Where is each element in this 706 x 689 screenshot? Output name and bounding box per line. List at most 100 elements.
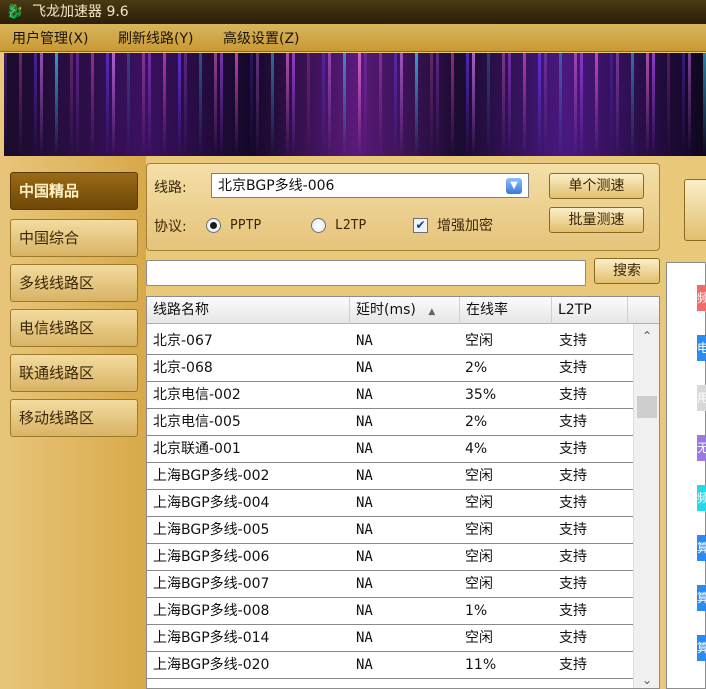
- vertical-scrollbar[interactable]: ⌃ ⌄: [633, 324, 659, 688]
- cell-route-name: 上海BGP多线-005: [153, 522, 270, 538]
- cell-online-rate: 1%: [465, 603, 488, 619]
- column-header-name[interactable]: 线路名称: [147, 297, 350, 324]
- column-header-latency-label: 延时(ms): [356, 302, 416, 318]
- column-header-latency[interactable]: 延时(ms) ▲: [350, 297, 460, 324]
- banner-light-streak: [667, 53, 670, 156]
- scroll-up-icon[interactable]: ⌃: [639, 328, 655, 344]
- banner-light-streak: [4, 53, 7, 156]
- cell-online-rate: 空闲: [465, 495, 493, 511]
- cell-route-name: 上海BGP多线-004: [153, 495, 270, 511]
- right-info-panel: 频电用无频算算算: [666, 262, 706, 689]
- cell-online-rate: 空闲: [465, 333, 493, 349]
- table-row[interactable]: 上海BGP多线-007 NA 空闲 支持: [147, 571, 633, 598]
- table-row[interactable]: 北京电信-002 NA 35% 支持: [147, 382, 633, 409]
- cell-route-name: 上海BGP多线-002: [153, 468, 270, 484]
- table-row[interactable]: 上海BGP多线-014 NA 空闲 支持: [147, 625, 633, 652]
- chevron-down-icon[interactable]: ▼: [506, 178, 522, 194]
- cell-latency: NA: [356, 657, 373, 673]
- right-panel-tag: 算: [697, 635, 706, 661]
- table-row[interactable]: 上海BGP多线-002 NA 空闲 支持: [147, 463, 633, 490]
- menu-user-management[interactable]: 用户管理(X): [12, 30, 89, 48]
- banner-light-streak: [400, 53, 403, 156]
- banner-light-streak: [127, 53, 130, 156]
- cell-route-name: 上海BGP多线-008: [153, 603, 270, 619]
- scroll-down-icon[interactable]: ⌄: [639, 672, 655, 688]
- cell-latency: NA: [356, 333, 373, 349]
- banner-light-streak: [148, 53, 151, 156]
- banner-light-streak: [508, 53, 511, 156]
- banner-light-streak: [55, 53, 58, 156]
- cell-online-rate: 11%: [465, 657, 497, 673]
- right-button-partial[interactable]: [684, 179, 706, 241]
- batch-speed-test-button[interactable]: 批量测速: [549, 207, 644, 233]
- cell-l2tp: 支持: [559, 360, 587, 376]
- route-select[interactable]: 北京BGP多线-006 ▼: [211, 173, 529, 198]
- table-row[interactable]: 北京-068 NA 2% 支持: [147, 355, 633, 382]
- nav-china-general[interactable]: 中国综合: [10, 219, 138, 257]
- banner-light-streak: [364, 53, 367, 156]
- banner-light-streak: [472, 53, 475, 156]
- pptp-radio[interactable]: [206, 218, 221, 233]
- search-button[interactable]: 搜索: [594, 258, 660, 284]
- cell-route-name: 北京电信-005: [153, 414, 241, 430]
- banner-light-streak: [91, 53, 94, 156]
- cell-latency: NA: [356, 522, 373, 538]
- right-panel-tag: 无: [697, 435, 706, 461]
- cell-latency: NA: [356, 360, 373, 376]
- l2tp-radio[interactable]: [311, 218, 326, 233]
- table-row[interactable]: 北京电信-005 NA 2% 支持: [147, 409, 633, 436]
- nav-multiline[interactable]: 多线线路区: [10, 264, 138, 302]
- cell-online-rate: 空闲: [465, 522, 493, 538]
- route-label: 线路:: [154, 180, 187, 196]
- scroll-thumb[interactable]: [637, 396, 657, 418]
- cell-latency: NA: [356, 603, 373, 619]
- banner-light-streak: [436, 53, 439, 156]
- cell-l2tp: 支持: [559, 630, 587, 646]
- l2tp-label: L2TP: [335, 218, 367, 233]
- column-header-l2tp[interactable]: L2TP: [552, 297, 628, 324]
- banner-light-streak: [19, 53, 22, 156]
- banner-light-streak: [220, 53, 223, 156]
- menu-advanced-settings[interactable]: 高级设置(Z): [223, 30, 300, 48]
- enhanced-encryption-checkbox[interactable]: ✔: [413, 218, 428, 233]
- cell-online-rate: 2%: [465, 360, 488, 376]
- banner-light-streak: [271, 53, 274, 156]
- table-row[interactable]: 上海BGP多线-006 NA 空闲 支持: [147, 544, 633, 571]
- column-header-online-rate[interactable]: 在线率: [460, 297, 552, 324]
- nav-china-premium[interactable]: 中国精品: [10, 172, 138, 210]
- banner-light-streak: [631, 53, 634, 156]
- banner-light-streak: [214, 53, 217, 156]
- banner-light-streak: [430, 53, 433, 156]
- cell-online-rate: 2%: [465, 414, 488, 430]
- nav-mobile[interactable]: 移动线路区: [10, 399, 138, 437]
- banner-light-streak: [112, 53, 115, 156]
- banner-light-streak: [184, 53, 187, 156]
- banner-light-streak: [415, 53, 418, 156]
- banner-light-streak: [307, 53, 310, 156]
- table-row[interactable]: 上海BGP多线-005 NA 空闲 支持: [147, 517, 633, 544]
- banner-light-streak: [682, 53, 685, 156]
- cell-route-name: 上海BGP多线-014: [153, 630, 270, 646]
- single-speed-test-button[interactable]: 单个测速: [549, 173, 644, 199]
- banner-light-streak: [76, 53, 79, 156]
- table-row[interactable]: 北京联通-001 NA 4% 支持: [147, 436, 633, 463]
- cell-route-name: 北京电信-002: [153, 387, 241, 403]
- banner-light-streak: [142, 53, 145, 156]
- table-row[interactable]: 上海BGP多线-008 NA 1% 支持: [147, 598, 633, 625]
- cell-latency: NA: [356, 630, 373, 646]
- title-bar: 🐉 飞龙加速器 9.6: [0, 0, 706, 24]
- table-row[interactable]: 上海BGP多线-020 NA 11% 支持: [147, 652, 633, 679]
- cell-online-rate: 空闲: [465, 468, 493, 484]
- table-row[interactable]: 上海BGP多线-004 NA 空闲 支持: [147, 490, 633, 517]
- nav-telecom[interactable]: 电信线路区: [10, 309, 138, 347]
- banner-light-streak: [163, 53, 166, 156]
- menu-refresh-routes[interactable]: 刷新线路(Y): [118, 30, 193, 48]
- right-panel-tag: 算: [697, 585, 706, 611]
- banner-light-streak: [646, 53, 649, 156]
- cell-route-name: 北京-068: [153, 360, 213, 376]
- banner-light-streak: [250, 53, 253, 156]
- nav-unicom[interactable]: 联通线路区: [10, 354, 138, 392]
- banner-light-streak: [466, 53, 469, 156]
- search-input[interactable]: [146, 260, 586, 286]
- table-row[interactable]: 北京-067 NA 空闲 支持: [147, 328, 633, 355]
